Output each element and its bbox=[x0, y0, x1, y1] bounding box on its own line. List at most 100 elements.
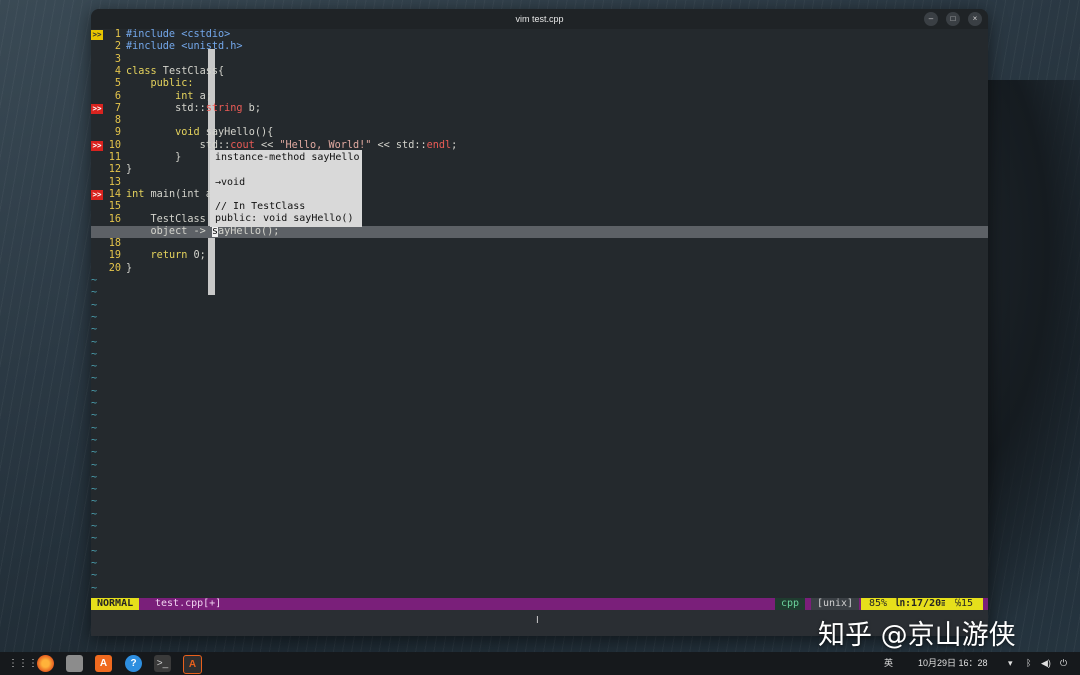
code-text: b; bbox=[242, 102, 261, 114]
column-indicator: ℅15 bbox=[945, 598, 983, 610]
code-text: TestClass bbox=[126, 213, 212, 225]
empty-line-marker: ~ bbox=[91, 521, 98, 532]
clock[interactable]: 10月29日 16：28 bbox=[918, 652, 988, 675]
empty-line-marker: ~ bbox=[91, 496, 98, 508]
window-titlebar[interactable]: vim test.cpp – □ × bbox=[91, 9, 988, 29]
taskbar: ⋮⋮⋮ A ? >_ A 英 10月29日 16：28 ▾ ᛒ ◀) ⏻ bbox=[0, 652, 1080, 675]
line-number: 18 bbox=[108, 238, 121, 250]
filetype-label: cpp bbox=[775, 598, 805, 610]
code-text: std:: bbox=[126, 102, 206, 114]
code-text: string bbox=[205, 102, 243, 114]
empty-line-marker: ~ bbox=[91, 275, 98, 286]
code-text: << std:: bbox=[371, 139, 427, 151]
line-number: 15 bbox=[108, 201, 121, 213]
scroll-percent: 85% bbox=[861, 598, 895, 610]
empty-line-marker: ~ bbox=[91, 434, 98, 446]
empty-line-marker: ~ bbox=[91, 447, 98, 459]
file-name: test.cpp[+] bbox=[155, 598, 222, 609]
wifi-icon[interactable]: ▾ bbox=[1008, 652, 1013, 675]
mouse-cursor-icon: I bbox=[536, 615, 539, 626]
code-text: ; bbox=[451, 139, 458, 151]
empty-line-marker: ~ bbox=[91, 410, 98, 422]
popup-text: instance-method sayHello bbox=[215, 152, 360, 163]
empty-line-marker: ~ bbox=[91, 324, 98, 336]
code-text: 0; bbox=[187, 250, 206, 262]
empty-line-marker: ~ bbox=[91, 570, 98, 582]
code-text: <unistd.h> bbox=[181, 41, 243, 53]
gutter-row: 8 bbox=[91, 115, 988, 127]
code-text: #include bbox=[126, 41, 182, 53]
popup-text: // In TestClass bbox=[215, 201, 306, 213]
close-button[interactable]: × bbox=[968, 12, 982, 26]
code-text: int bbox=[126, 188, 145, 200]
code-text: object -> bbox=[126, 225, 212, 237]
app-store-icon[interactable]: A bbox=[95, 655, 112, 672]
code-text: } bbox=[126, 262, 133, 274]
empty-line-marker: ~ bbox=[91, 545, 98, 557]
empty-line-marker: ~ bbox=[91, 557, 98, 569]
app-grid-icon[interactable]: ⋮⋮⋮ bbox=[8, 655, 38, 672]
help-icon[interactable]: ? bbox=[125, 655, 142, 672]
hover-info-popup: instance-method sayHello →void // In Tes… bbox=[210, 150, 362, 227]
vim-editor[interactable]: >>123456>>789>>10111213>>14151617181920 … bbox=[91, 29, 988, 600]
popup-text bbox=[215, 164, 357, 176]
power-icon[interactable]: ⏻ bbox=[1060, 652, 1067, 675]
firefox-icon[interactable] bbox=[37, 655, 54, 672]
empty-line-marker: ~ bbox=[91, 533, 98, 545]
empty-line-marker: ~ bbox=[91, 484, 98, 496]
code-text: class bbox=[126, 65, 157, 77]
terminal-window: vim test.cpp – □ × >> 1 2 3 4 5 6 >> 7 8 9 >> 10 11 12… bbox=[91, 9, 988, 636]
empty-line-marker: ~ bbox=[91, 398, 98, 409]
input-method[interactable]: 英 bbox=[884, 652, 893, 675]
cursor-position: ㏑:17/20≡ bbox=[895, 598, 948, 610]
empty-line-marker: ~ bbox=[91, 299, 98, 311]
gutter-row: 3 bbox=[91, 54, 988, 66]
code-text: return bbox=[150, 250, 188, 262]
volume-icon[interactable]: ◀) bbox=[1041, 652, 1051, 675]
bluetooth-icon[interactable]: ᛒ bbox=[1026, 652, 1031, 675]
maximize-button[interactable]: □ bbox=[946, 12, 960, 26]
code-text: } bbox=[126, 152, 182, 163]
watermark: 知乎 @京山游侠 bbox=[818, 620, 1016, 651]
empty-line-marker: ~ bbox=[91, 385, 98, 397]
code-text: main(int a bbox=[144, 188, 212, 200]
popup-text: public: void sayHello() bbox=[215, 213, 354, 225]
files-icon[interactable] bbox=[66, 655, 83, 672]
empty-line-marker: ~ bbox=[91, 471, 98, 483]
line-number: 8 bbox=[114, 115, 121, 127]
line-number: 3 bbox=[114, 53, 121, 65]
terminal-icon[interactable]: >_ bbox=[154, 655, 171, 672]
popup-text bbox=[215, 189, 357, 201]
window-title: vim test.cpp bbox=[515, 14, 564, 24]
empty-line-marker: ~ bbox=[91, 459, 98, 471]
empty-line-marker: ~ bbox=[91, 422, 98, 434]
gutter-row: 18 bbox=[91, 238, 988, 250]
mode-indicator: NORMAL bbox=[91, 598, 140, 610]
empty-line-marker: ~ bbox=[91, 373, 98, 385]
code-text: public: bbox=[126, 78, 194, 90]
code-text: #include bbox=[126, 29, 182, 40]
code-text: a; bbox=[193, 90, 212, 102]
code-text: TestClass{ bbox=[156, 65, 225, 77]
code-text: void bbox=[175, 127, 200, 139]
alacritty-icon[interactable]: A bbox=[183, 655, 202, 674]
empty-line-marker: ~ bbox=[91, 508, 98, 520]
code-text: } bbox=[126, 164, 133, 176]
fileformat-label: [unix] bbox=[811, 598, 859, 610]
empty-line-marker: ~ bbox=[91, 361, 98, 373]
empty-line-marker: ~ bbox=[91, 582, 98, 594]
minimize-button[interactable]: – bbox=[924, 12, 938, 26]
current-line: object -> sayHello(); bbox=[91, 225, 988, 239]
vim-statusline: NORMAL test.cpp[+] cpp [unix] 85% ㏑:17/2… bbox=[91, 598, 988, 610]
line-number: 13 bbox=[108, 176, 121, 188]
code-text: ayHello(); bbox=[218, 225, 280, 237]
empty-line-marker: ~ bbox=[91, 311, 98, 323]
empty-line-marker: ~ bbox=[91, 336, 98, 348]
empty-line-marker: ~ bbox=[91, 348, 98, 360]
empty-line-marker: ~ bbox=[91, 287, 98, 299]
code-text: int bbox=[175, 90, 194, 102]
popup-text: →void bbox=[215, 176, 246, 188]
